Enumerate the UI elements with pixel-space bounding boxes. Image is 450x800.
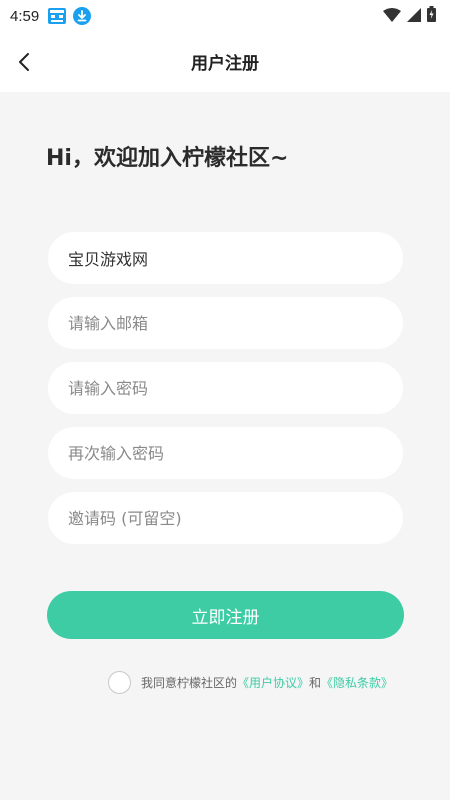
- signal-icon: [407, 7, 421, 26]
- email-field[interactable]: [48, 297, 403, 349]
- status-time: 4:59: [10, 7, 40, 25]
- username-field[interactable]: [48, 232, 403, 284]
- agreement-prefix: 我同意柠檬社区的: [141, 676, 238, 690]
- agreement-and: 和: [309, 676, 322, 690]
- register-button[interactable]: 立即注册: [47, 591, 404, 639]
- agree-checkbox[interactable]: [108, 671, 131, 694]
- battery-icon: [427, 6, 436, 26]
- status-right-icons: [383, 6, 436, 26]
- welcome-heading: Hi，欢迎加入柠檬社区~: [46, 146, 289, 171]
- status-bar: 4:59: [0, 0, 450, 32]
- page-title: 用户注册: [191, 54, 259, 74]
- user-agreement-link[interactable]: 《用户协议》: [237, 674, 309, 691]
- app-notification-icon: [47, 7, 67, 25]
- invite-code-field[interactable]: [48, 492, 403, 544]
- download-icon: [73, 7, 92, 25]
- registration-screen: 4:59 用户注册 Hi，欢迎加入柠檬社区~ 宝贝游戏网 请输入邮箱 邀请码 (…: [0, 0, 450, 800]
- nav-bar: 用户注册: [0, 32, 450, 92]
- confirm-password-field[interactable]: [48, 427, 403, 479]
- wifi-icon: [383, 7, 401, 26]
- privacy-policy-link[interactable]: 《隐私条款》: [321, 674, 393, 691]
- password-field[interactable]: [48, 362, 403, 414]
- agreement-row: 我同意柠檬社区的 《用户协议》 和 《隐私条款》: [108, 671, 393, 694]
